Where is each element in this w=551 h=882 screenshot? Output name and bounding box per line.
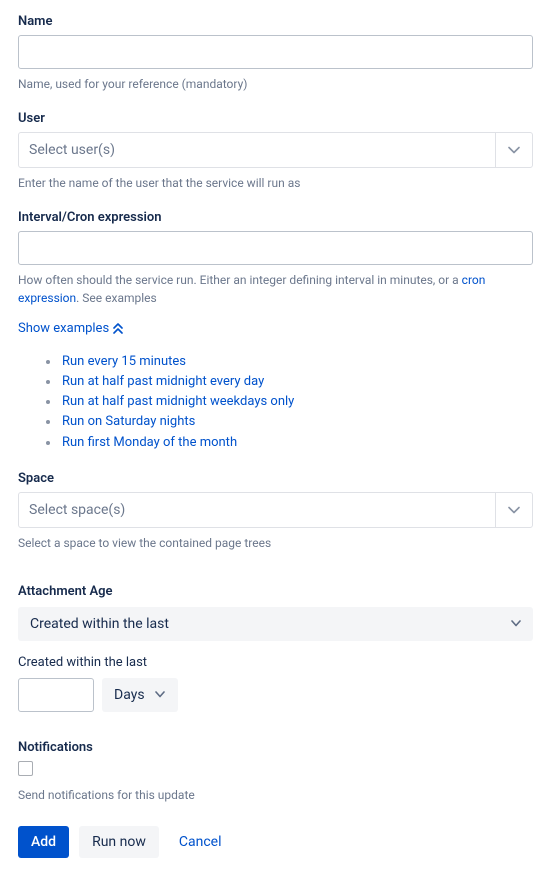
example-item: Run on Saturday nights bbox=[46, 412, 533, 432]
user-select[interactable]: Select user(s) bbox=[18, 132, 533, 168]
space-select-indicator bbox=[495, 493, 532, 527]
duration-input[interactable] bbox=[18, 678, 94, 712]
duration-row: Days bbox=[18, 678, 533, 712]
notifications-field: Notifications Send notifications for thi… bbox=[18, 740, 533, 804]
interval-input[interactable] bbox=[18, 231, 533, 265]
user-select-placeholder: Select user(s) bbox=[19, 142, 495, 158]
attachment-age-selected: Created within the last bbox=[30, 616, 511, 632]
form-actions: Add Run now Cancel bbox=[18, 826, 533, 858]
name-input[interactable] bbox=[18, 35, 533, 69]
duration-unit-select[interactable]: Days bbox=[102, 678, 178, 712]
chevron-down-icon bbox=[155, 691, 165, 698]
user-select-indicator bbox=[495, 133, 532, 167]
notifications-label: Notifications bbox=[18, 740, 533, 755]
double-chevron-up-icon bbox=[113, 323, 123, 335]
interval-label: Interval/Cron expression bbox=[18, 210, 533, 225]
user-field: User Select user(s) Enter the name of th… bbox=[18, 111, 533, 192]
user-label: User bbox=[18, 111, 533, 126]
interval-help-suffix: . See examples bbox=[76, 291, 157, 305]
interval-help-prefix: How often should the service run. Either… bbox=[18, 273, 462, 287]
cancel-button[interactable]: Cancel bbox=[169, 826, 232, 858]
example-item: Run at half past midnight weekdays only bbox=[46, 392, 533, 412]
space-select[interactable]: Select space(s) bbox=[18, 492, 533, 528]
add-button[interactable]: Add bbox=[18, 826, 69, 858]
name-field: Name Name, used for your reference (mand… bbox=[18, 14, 533, 93]
example-item: Run every 15 minutes bbox=[46, 352, 533, 372]
space-label: Space bbox=[18, 471, 533, 486]
example-link[interactable]: Run every 15 minutes bbox=[62, 354, 186, 369]
examples-list: Run every 15 minutes Run at half past mi… bbox=[46, 352, 533, 453]
interval-field: Interval/Cron expression How often shoul… bbox=[18, 210, 533, 453]
name-help: Name, used for your reference (mandatory… bbox=[18, 75, 533, 93]
interval-help: How often should the service run. Either… bbox=[18, 271, 533, 307]
duration-unit-value: Days bbox=[114, 687, 145, 703]
notifications-checkbox[interactable] bbox=[18, 761, 33, 776]
chevron-down-icon bbox=[508, 506, 520, 514]
example-link[interactable]: Run at half past midnight weekdays only bbox=[62, 394, 294, 409]
show-examples-toggle[interactable]: Show examples bbox=[18, 321, 123, 336]
chevron-down-icon bbox=[511, 620, 521, 627]
run-now-button[interactable]: Run now bbox=[79, 826, 159, 858]
user-help: Enter the name of the user that the serv… bbox=[18, 174, 533, 192]
chevron-down-icon bbox=[508, 146, 520, 154]
created-within-label: Created within the last bbox=[18, 655, 533, 670]
notifications-help: Send notifications for this update bbox=[18, 786, 533, 804]
example-link[interactable]: Run first Monday of the month bbox=[62, 435, 237, 450]
example-item: Run first Monday of the month bbox=[46, 433, 533, 453]
attachment-age-select[interactable]: Created within the last bbox=[18, 607, 533, 641]
name-label: Name bbox=[18, 14, 533, 29]
attachment-age-field: Attachment Age Created within the last C… bbox=[18, 584, 533, 712]
attachment-age-label: Attachment Age bbox=[18, 584, 533, 599]
example-link[interactable]: Run at half past midnight every day bbox=[62, 374, 264, 389]
example-link[interactable]: Run on Saturday nights bbox=[62, 414, 195, 429]
space-help: Select a space to view the contained pag… bbox=[18, 534, 533, 552]
space-select-placeholder: Select space(s) bbox=[19, 502, 495, 518]
show-examples-label: Show examples bbox=[18, 321, 109, 336]
example-item: Run at half past midnight every day bbox=[46, 372, 533, 392]
space-field: Space Select space(s) Select a space to … bbox=[18, 471, 533, 552]
